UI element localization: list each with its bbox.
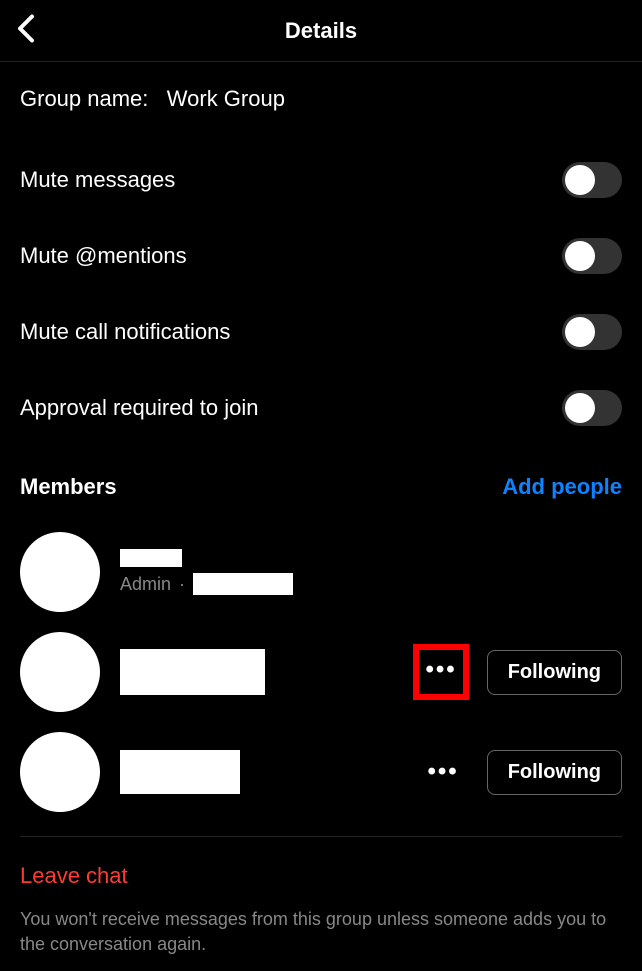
page-title: Details: [285, 18, 357, 44]
redacted-text: [193, 573, 293, 595]
toggle-knob: [565, 241, 595, 271]
content: Group name: Work Group Mute messages Mut…: [0, 62, 642, 957]
member-row[interactable]: Admin ·: [20, 522, 622, 622]
member-info: [120, 750, 417, 794]
add-people-button[interactable]: Add people: [502, 474, 622, 500]
member-info: [120, 649, 413, 695]
toggle-mute-calls[interactable]: [562, 314, 622, 350]
group-name-value: Work Group: [167, 86, 285, 111]
toggle-mute-messages[interactable]: [562, 162, 622, 198]
toggle-knob: [565, 165, 595, 195]
avatar: [20, 732, 100, 812]
member-row[interactable]: ••• Following: [20, 622, 622, 722]
redacted-name: [120, 549, 182, 567]
header: Details: [0, 0, 642, 62]
admin-line: Admin ·: [120, 573, 622, 595]
more-options-icon[interactable]: •••: [413, 644, 468, 700]
toggle-mute-mentions[interactable]: [562, 238, 622, 274]
more-options-icon[interactable]: •••: [417, 750, 468, 794]
leave-section: Leave chat You won't receive messages fr…: [20, 836, 622, 957]
setting-label: Mute call notifications: [20, 319, 230, 345]
group-name-label: Group name:: [20, 86, 148, 111]
setting-label: Approval required to join: [20, 395, 258, 421]
toggle-knob: [565, 393, 595, 423]
toggle-approval-required[interactable]: [562, 390, 622, 426]
member-actions: ••• Following: [413, 644, 622, 700]
following-button[interactable]: Following: [487, 650, 622, 695]
setting-mute-calls: Mute call notifications: [20, 294, 622, 370]
avatar: [20, 632, 100, 712]
redacted-name: [120, 750, 240, 794]
members-header: Members Add people: [20, 446, 622, 522]
back-button[interactable]: [14, 12, 36, 49]
setting-approval-required: Approval required to join: [20, 370, 622, 446]
member-actions: ••• Following: [417, 750, 622, 795]
setting-label: Mute @mentions: [20, 243, 187, 269]
chevron-left-icon: [14, 12, 36, 44]
following-button[interactable]: Following: [487, 750, 622, 795]
avatar: [20, 532, 100, 612]
setting-mute-mentions: Mute @mentions: [20, 218, 622, 294]
toggle-knob: [565, 317, 595, 347]
setting-label: Mute messages: [20, 167, 175, 193]
leave-chat-button[interactable]: Leave chat: [20, 863, 622, 907]
member-row[interactable]: ••• Following: [20, 722, 622, 822]
admin-label: Admin: [120, 574, 171, 595]
leave-chat-description: You won't receive messages from this gro…: [20, 907, 622, 957]
members-title: Members: [20, 474, 117, 500]
setting-mute-messages: Mute messages: [20, 142, 622, 218]
redacted-name: [120, 649, 265, 695]
separator: ·: [179, 574, 185, 595]
group-name-row[interactable]: Group name: Work Group: [20, 62, 622, 142]
member-info: Admin ·: [120, 549, 622, 595]
